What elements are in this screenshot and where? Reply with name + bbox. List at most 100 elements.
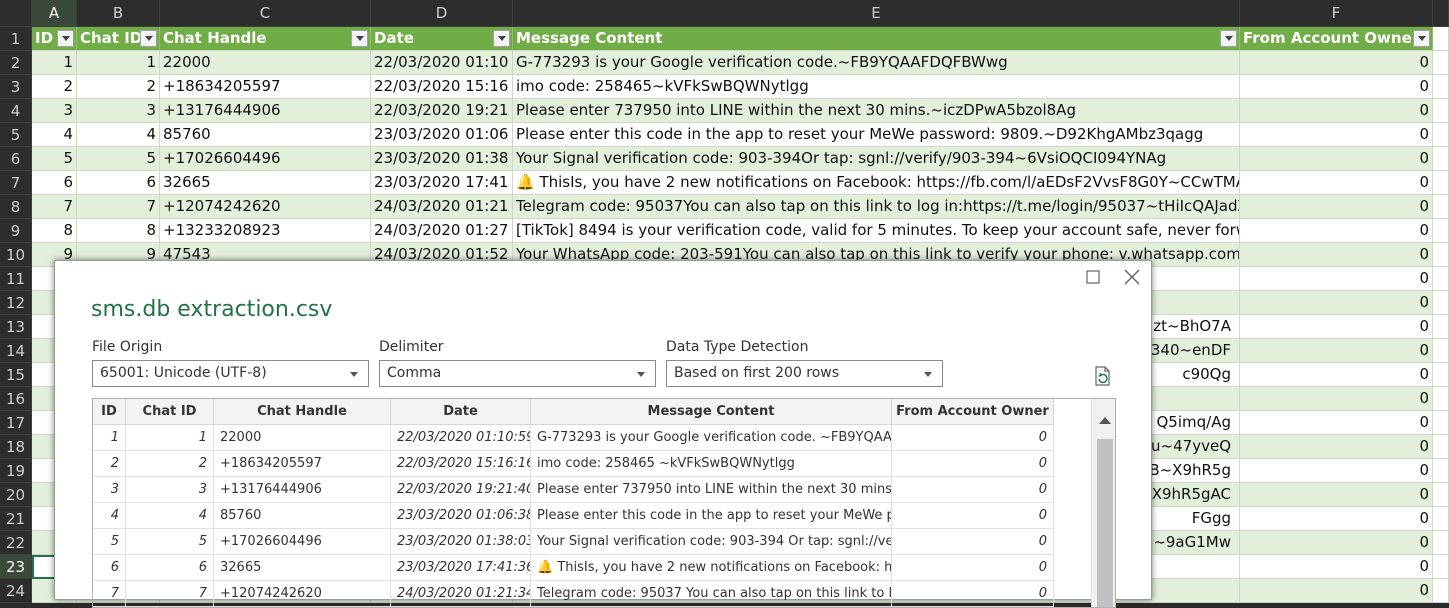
table-cell[interactable]: +18634205597 — [160, 75, 371, 99]
table-cell[interactable]: 23/03/2020 01:38 — [371, 147, 513, 171]
table-cell[interactable]: 0 — [1240, 363, 1433, 387]
table-cell[interactable]: Your Signal verification code: 903-394Or… — [513, 147, 1240, 171]
table-cell[interactable]: 4 — [77, 123, 160, 147]
table-cell[interactable]: 5 — [32, 147, 77, 171]
preview-scrollbar[interactable] — [1091, 399, 1115, 607]
scroll-thumb[interactable] — [1097, 439, 1113, 607]
row-header[interactable]: 22 — [0, 531, 32, 555]
row-header[interactable]: 6 — [0, 147, 32, 171]
row-header[interactable]: 2 — [0, 51, 32, 75]
row-header[interactable]: 23 — [0, 555, 32, 579]
table-cell[interactable]: 32665 — [160, 171, 371, 195]
scroll-up-icon[interactable] — [1099, 417, 1111, 424]
table-header-cell[interactable]: Message Content — [513, 27, 1240, 51]
table-cell[interactable]: 0 — [1240, 99, 1433, 123]
table-cell[interactable]: 0 — [1240, 195, 1433, 219]
row-header[interactable]: 3 — [0, 75, 32, 99]
table-cell[interactable]: +13233208923 — [160, 219, 371, 243]
column-header-c[interactable]: C — [160, 0, 371, 27]
table-cell[interactable]: 8 — [77, 219, 160, 243]
table-cell[interactable]: 0 — [1240, 291, 1433, 315]
table-cell[interactable]: 2 — [77, 75, 160, 99]
table-cell[interactable]: 24/03/2020 01:21 — [371, 195, 513, 219]
table-cell[interactable]: 0 — [1240, 123, 1433, 147]
table-header-cell[interactable]: ID — [32, 27, 77, 51]
row-header[interactable]: 10 — [0, 243, 32, 267]
table-cell[interactable]: 23/03/2020 01:06 — [371, 123, 513, 147]
table-cell[interactable]: Please enter this code in the app to res… — [513, 123, 1240, 147]
table-cell[interactable]: 0 — [1240, 507, 1433, 531]
table-header-cell[interactable]: Chat Handle — [160, 27, 371, 51]
maximize-icon[interactable] — [1081, 267, 1105, 287]
row-header[interactable]: 21 — [0, 507, 32, 531]
table-cell[interactable]: 6 — [77, 171, 160, 195]
table-cell[interactable]: 7 — [32, 195, 77, 219]
table-cell[interactable]: 4 — [32, 123, 77, 147]
table-cell[interactable]: 23/03/2020 17:41 — [371, 171, 513, 195]
table-cell[interactable]: G-773293 is your Google verification cod… — [513, 51, 1240, 75]
table-cell[interactable]: 3 — [32, 99, 77, 123]
filter-dropdown-button[interactable] — [351, 30, 368, 47]
table-cell[interactable]: 22/03/2020 01:10 — [371, 51, 513, 75]
table-cell[interactable]: 7 — [77, 195, 160, 219]
table-header-cell[interactable]: From Account Owner — [1240, 27, 1433, 51]
refresh-icon[interactable] — [1090, 364, 1114, 388]
filter-dropdown-button[interactable] — [1413, 30, 1430, 47]
row-header[interactable]: 15 — [0, 363, 32, 387]
table-cell[interactable]: 22/03/2020 15:16 — [371, 75, 513, 99]
table-cell[interactable]: 0 — [1240, 555, 1433, 579]
row-header[interactable]: 19 — [0, 459, 32, 483]
detection-select[interactable]: Based on first 200 rows — [666, 360, 943, 387]
table-header-cell[interactable]: Chat ID — [77, 27, 160, 51]
table-cell[interactable]: Please enter 737950 into LINE within the… — [513, 99, 1240, 123]
table-cell[interactable]: 6 — [32, 171, 77, 195]
table-cell[interactable]: 0 — [1240, 387, 1433, 411]
table-cell[interactable]: 0 — [1240, 51, 1433, 75]
table-cell[interactable]: 0 — [1240, 219, 1433, 243]
table-cell[interactable]: 3 — [77, 99, 160, 123]
row-header[interactable]: 7 — [0, 171, 32, 195]
table-cell[interactable]: 0 — [1240, 483, 1433, 507]
table-cell[interactable]: 0 — [1240, 267, 1433, 291]
column-header-f[interactable]: F — [1240, 0, 1433, 27]
row-header[interactable]: 12 — [0, 291, 32, 315]
table-cell[interactable]: 85760 — [160, 123, 371, 147]
table-cell[interactable]: [TikTok] 8494 is your verification code,… — [513, 219, 1240, 243]
table-cell[interactable]: 🔔 ThisIs, you have 2 new notifications o… — [513, 171, 1240, 195]
table-cell[interactable]: +13176444906 — [160, 99, 371, 123]
row-header[interactable]: 4 — [0, 99, 32, 123]
table-cell[interactable]: 5 — [77, 147, 160, 171]
row-header[interactable]: 5 — [0, 123, 32, 147]
column-header-d[interactable]: D — [371, 0, 513, 27]
row-header[interactable]: 1 — [0, 27, 32, 51]
row-header[interactable]: 20 — [0, 483, 32, 507]
row-header[interactable]: 14 — [0, 339, 32, 363]
column-header-a[interactable]: A — [32, 0, 77, 27]
close-icon[interactable] — [1120, 267, 1144, 287]
table-cell[interactable]: Telegram code: 95037You can also tap on … — [513, 195, 1240, 219]
row-header[interactable]: 8 — [0, 195, 32, 219]
filter-dropdown-button[interactable] — [1220, 30, 1237, 47]
table-cell[interactable]: 8 — [32, 219, 77, 243]
table-cell[interactable]: 24/03/2020 01:27 — [371, 219, 513, 243]
filter-dropdown-button[interactable] — [140, 30, 157, 47]
table-cell[interactable]: 22/03/2020 19:21 — [371, 99, 513, 123]
row-header[interactable]: 13 — [0, 315, 32, 339]
table-cell[interactable]: 1 — [77, 51, 160, 75]
table-cell[interactable]: 0 — [1240, 315, 1433, 339]
table-cell[interactable]: 22000 — [160, 51, 371, 75]
table-header-cell[interactable]: Date — [371, 27, 513, 51]
table-cell[interactable]: 0 — [1240, 171, 1433, 195]
file-origin-select[interactable]: 65001: Unicode (UTF-8) — [92, 360, 369, 387]
column-header-e[interactable]: E — [513, 0, 1240, 27]
row-header[interactable]: 11 — [0, 267, 32, 291]
row-header[interactable]: 17 — [0, 411, 32, 435]
table-cell[interactable]: 0 — [1240, 243, 1433, 267]
table-cell[interactable]: +12074242620 — [160, 195, 371, 219]
table-cell[interactable]: 0 — [1240, 75, 1433, 99]
table-cell[interactable]: 0 — [1240, 459, 1433, 483]
table-cell[interactable]: 0 — [1240, 147, 1433, 171]
table-cell[interactable]: 0 — [1240, 531, 1433, 555]
row-header[interactable]: 24 — [0, 579, 32, 603]
table-cell[interactable]: 0 — [1240, 339, 1433, 363]
